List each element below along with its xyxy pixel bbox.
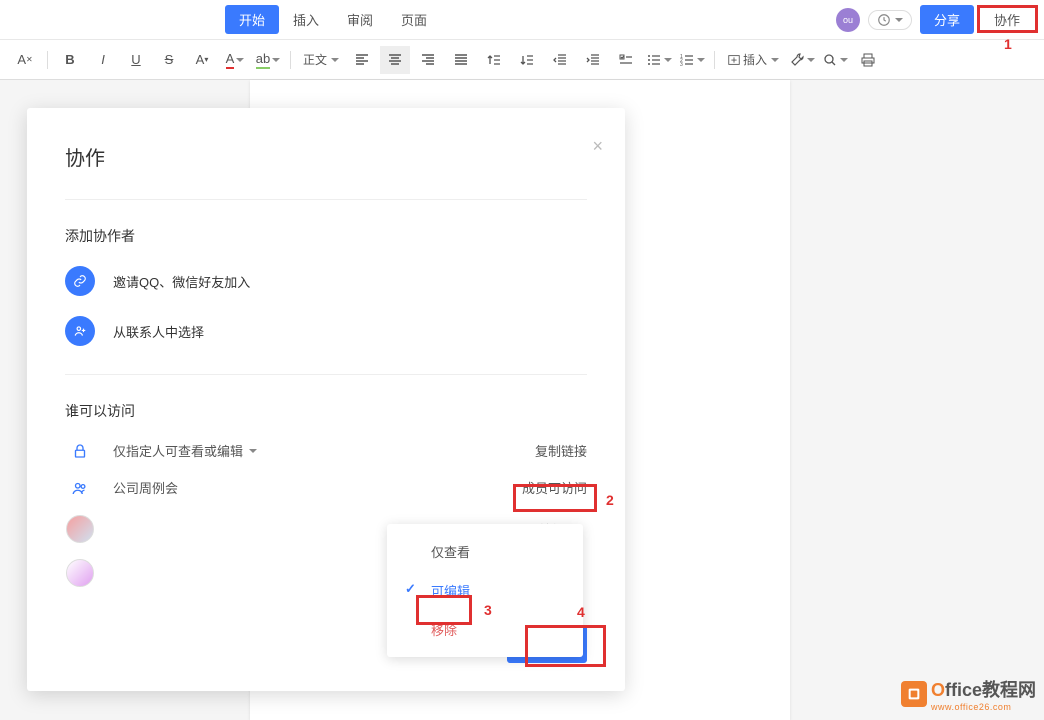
permission-dropdown: 仅查看 可编辑 移除 [387, 524, 583, 657]
who-can-access-heading: 谁可以访问 [65, 401, 587, 421]
line-spacing-up-button[interactable] [479, 46, 509, 74]
clock-icon [877, 13, 891, 27]
indent-decrease-button[interactable] [545, 46, 575, 74]
watermark: Office教程网 www.office26.com [901, 676, 1036, 712]
access-restriction-select[interactable]: 仅指定人可查看或编辑 [113, 441, 517, 460]
tab-page[interactable]: 页面 [387, 5, 441, 34]
clear-format-button[interactable]: A✕ [10, 46, 40, 74]
italic-button[interactable]: I [88, 46, 118, 74]
close-icon[interactable]: × [592, 136, 603, 157]
number-list-button[interactable]: 123 [677, 46, 707, 74]
add-person-icon [65, 316, 95, 346]
tab-review[interactable]: 审阅 [333, 5, 387, 34]
zoom-button[interactable] [820, 46, 850, 74]
member-access-label: 成员可访问 [522, 478, 587, 497]
member-avatar-2 [66, 559, 94, 587]
history-button[interactable] [868, 10, 912, 30]
annotation-label-1: 1 [1004, 36, 1012, 52]
from-contacts-option[interactable]: 从联系人中选择 [65, 316, 587, 346]
collaborate-button[interactable]: 协作 [980, 5, 1034, 34]
lock-icon [65, 442, 95, 460]
copy-link-button[interactable]: 复制链接 [535, 441, 587, 460]
font-size-button[interactable]: A▾ [187, 46, 217, 74]
watermark-brand: Office教程网 [931, 676, 1036, 702]
highlight-button[interactable]: ab [253, 46, 283, 74]
access-restriction-row: 仅指定人可查看或编辑 复制链接 [65, 441, 587, 460]
tools-button[interactable] [787, 46, 817, 74]
invite-friends-option[interactable]: 邀请QQ、微信好友加入 [65, 266, 587, 296]
team-row: 公司周例会 成员可访问 [65, 478, 587, 497]
share-button[interactable]: 分享 [920, 5, 974, 34]
tab-start[interactable]: 开始 [225, 5, 279, 34]
line-spacing-down-button[interactable] [512, 46, 542, 74]
tab-insert[interactable]: 插入 [279, 5, 333, 34]
from-contacts-label: 从联系人中选择 [113, 322, 204, 341]
checklist-button[interactable] [611, 46, 641, 74]
dialog-title: 协作 [65, 142, 587, 171]
top-nav: 开始 插入 审阅 页面 ou 分享 协作 [0, 0, 1044, 40]
group-icon [65, 479, 95, 497]
align-left-button[interactable] [347, 46, 377, 74]
paragraph-style-select[interactable]: 正文 [298, 51, 344, 68]
menu-view-only[interactable]: 仅查看 [387, 532, 583, 571]
align-center-button[interactable] [380, 46, 410, 74]
member-avatar-1 [66, 515, 94, 543]
indent-increase-button[interactable] [578, 46, 608, 74]
strikethrough-button[interactable]: S [154, 46, 184, 74]
watermark-url: www.office26.com [931, 702, 1036, 712]
bullet-list-button[interactable] [644, 46, 674, 74]
align-right-button[interactable] [413, 46, 443, 74]
watermark-logo-icon [901, 681, 927, 707]
collaborate-dialog: 协作 × 添加协作者 邀请QQ、微信好友加入 从联系人中选择 谁可以访问 仅指定… [27, 108, 625, 691]
add-collaborators-heading: 添加协作者 [65, 226, 587, 246]
invite-friends-label: 邀请QQ、微信好友加入 [113, 272, 250, 291]
print-button[interactable] [853, 46, 883, 74]
svg-text:3: 3 [680, 62, 683, 68]
font-color-button[interactable]: A [220, 46, 250, 74]
insert-menu[interactable]: 插入 [722, 51, 784, 68]
team-name-label: 公司周例会 [113, 478, 504, 497]
annotation-label-2: 2 [606, 492, 614, 508]
tab-list: 开始 插入 审阅 页面 [225, 5, 441, 34]
link-icon [65, 266, 95, 296]
bold-button[interactable]: B [55, 46, 85, 74]
user-avatar[interactable]: ou [836, 8, 860, 32]
annotation-label-3: 3 [484, 602, 492, 618]
align-justify-button[interactable] [446, 46, 476, 74]
annotation-label-4: 4 [577, 604, 585, 620]
underline-button[interactable]: U [121, 46, 151, 74]
format-toolbar: A✕ B I U S A▾ A ab 正文 123 插入 [0, 40, 1044, 80]
